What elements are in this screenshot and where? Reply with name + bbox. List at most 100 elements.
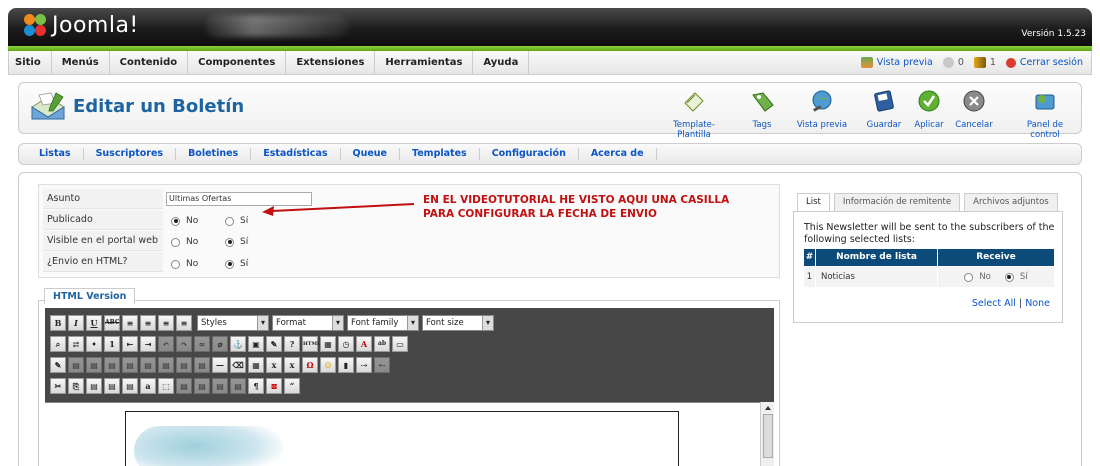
- pagebreak-icon[interactable]: ⊠: [266, 377, 282, 394]
- absolute-position-icon[interactable]: ▤: [122, 356, 138, 373]
- html-si-radio[interactable]: [225, 259, 234, 269]
- bullet-list-icon[interactable]: •: [86, 335, 102, 352]
- publicado-no-option[interactable]: No: [171, 216, 198, 226]
- table-props-icon[interactable]: ▤: [194, 356, 210, 373]
- menu-menus[interactable]: Menús: [52, 51, 110, 74]
- menu-ayuda[interactable]: Ayuda: [473, 51, 530, 74]
- paste-word-icon[interactable]: ▤: [122, 377, 138, 394]
- visible-si-option[interactable]: Sí: [225, 237, 248, 247]
- indent-icon[interactable]: ⇥: [140, 335, 156, 352]
- horizontal-rule-icon[interactable]: —: [212, 356, 228, 373]
- fullscreen-icon[interactable]: ▭: [392, 335, 408, 352]
- tab-attachments[interactable]: Archivos adjuntos: [964, 193, 1058, 211]
- menu-sitio[interactable]: Sitio: [9, 51, 52, 74]
- submenu-suscriptores[interactable]: Suscriptores: [84, 148, 177, 160]
- select-all-link[interactable]: Select All: [972, 298, 1016, 309]
- link-icon[interactable]: ∞: [194, 335, 210, 352]
- replace-icon[interactable]: ⇄: [68, 335, 84, 352]
- help-icon[interactable]: ?: [284, 335, 300, 352]
- submenu-estadisticas[interactable]: Estadísticas: [251, 148, 341, 160]
- menu-componentes[interactable]: Componentes: [188, 51, 287, 74]
- tab-list[interactable]: List: [797, 193, 830, 212]
- save-button[interactable]: Guardar: [865, 89, 903, 130]
- html-no-radio[interactable]: [171, 259, 180, 269]
- redo-icon[interactable]: ↷: [176, 335, 192, 352]
- media-icon[interactable]: ▮: [338, 356, 354, 373]
- menu-herramientas[interactable]: Herramientas: [375, 51, 474, 74]
- html-source-icon[interactable]: HTML: [302, 335, 321, 352]
- copy-icon[interactable]: ⎘: [68, 377, 84, 394]
- users-count[interactable]: 1: [973, 57, 996, 68]
- strikethrough-icon[interactable]: ABC: [104, 314, 120, 331]
- submenu-templates[interactable]: Templates: [400, 148, 480, 160]
- align-center-icon[interactable]: ≡: [140, 314, 156, 331]
- special-char-icon[interactable]: Ω: [302, 356, 318, 373]
- visible-no-option[interactable]: No: [171, 237, 198, 247]
- cleanup-icon[interactable]: ✎: [266, 335, 282, 352]
- show-blocks-icon[interactable]: ¶: [248, 377, 264, 394]
- insert-date-icon[interactable]: ▦: [320, 335, 336, 352]
- submenu-acerca-de[interactable]: Acerca de: [579, 148, 657, 160]
- emoticon-icon[interactable]: ☺: [320, 356, 336, 373]
- submenu-queue[interactable]: Queue: [341, 148, 401, 160]
- scroll-up-icon[interactable]: [764, 406, 771, 410]
- table-icon[interactable]: ▦: [248, 356, 264, 373]
- insert-time-icon[interactable]: ◷: [338, 335, 354, 352]
- scroll-thumb[interactable]: [762, 414, 773, 458]
- publicado-no-radio[interactable]: [171, 216, 180, 226]
- outdent-icon[interactable]: ⇤: [122, 335, 138, 352]
- editor-content-area[interactable]: [45, 402, 774, 466]
- image-icon[interactable]: ▣: [248, 335, 264, 352]
- styles-select[interactable]: Styles: [197, 314, 269, 331]
- move-backward-icon[interactable]: ▤: [104, 356, 120, 373]
- acronym-icon[interactable]: ▤: [212, 377, 228, 394]
- apply-button[interactable]: Aplicar: [909, 89, 949, 130]
- anchor-icon[interactable]: ⚓: [230, 335, 246, 352]
- control-panel-button[interactable]: Panel de control: [1011, 89, 1079, 140]
- cancel-button[interactable]: Cancelar: [953, 89, 995, 130]
- receive-no-radio[interactable]: [964, 272, 974, 282]
- paste-icon[interactable]: ▤: [86, 377, 102, 394]
- preview-link[interactable]: Vista previa: [860, 57, 933, 68]
- unlink-icon[interactable]: ⌀: [212, 335, 228, 352]
- html-si-option[interactable]: Sí: [225, 259, 248, 269]
- editor-scrollbar[interactable]: [760, 402, 774, 466]
- subscript-icon[interactable]: x: [266, 356, 282, 373]
- format-select[interactable]: Format: [272, 314, 344, 331]
- align-justify-icon[interactable]: ≡: [176, 314, 192, 331]
- undo-icon[interactable]: ↶: [158, 335, 174, 352]
- bold-icon[interactable]: B: [50, 314, 66, 331]
- publicado-si-radio[interactable]: [225, 216, 234, 226]
- insert-row-icon[interactable]: ▤: [158, 356, 174, 373]
- underline-icon[interactable]: U: [86, 314, 102, 331]
- cite-icon[interactable]: ▤: [176, 377, 192, 394]
- style-props-icon[interactable]: ▤: [140, 356, 156, 373]
- numbered-list-icon[interactable]: 1: [104, 335, 120, 352]
- edit-css-icon[interactable]: ✎: [50, 356, 66, 373]
- visible-si-radio[interactable]: [225, 237, 234, 247]
- abbr-icon[interactable]: ▤: [194, 377, 210, 394]
- receive-si-radio[interactable]: [1004, 272, 1014, 282]
- select-none-link[interactable]: None: [1025, 298, 1050, 309]
- font-family-select[interactable]: Font family: [347, 314, 419, 331]
- remove-format-icon[interactable]: ⌫: [230, 356, 246, 373]
- submenu-configuracion[interactable]: Configuración: [480, 148, 579, 160]
- messages-count[interactable]: 0: [942, 57, 964, 68]
- paste-text-icon[interactable]: ▤: [104, 377, 120, 394]
- visible-no-radio[interactable]: [171, 237, 180, 247]
- joomla-logo[interactable]: Joomla!: [22, 12, 139, 38]
- find-icon[interactable]: ⌕: [50, 335, 66, 352]
- align-left-icon[interactable]: ≡: [122, 314, 138, 331]
- blockquote-icon[interactable]: “: [284, 377, 300, 394]
- background-color-icon[interactable]: ab: [374, 335, 390, 352]
- rtl-icon[interactable]: ⇠: [374, 356, 390, 373]
- tags-button[interactable]: Tags: [745, 89, 779, 130]
- move-forward-icon[interactable]: ▤: [86, 356, 102, 373]
- ltr-icon[interactable]: ⇢: [356, 356, 372, 373]
- menu-extensiones[interactable]: Extensiones: [286, 51, 376, 74]
- italic-icon[interactable]: I: [68, 314, 84, 331]
- font-size-select[interactable]: Font size: [422, 314, 494, 331]
- preview-button[interactable]: Vista previa: [793, 89, 851, 130]
- logout-link[interactable]: Cerrar sesión: [1005, 57, 1083, 68]
- template-button[interactable]: Template-Plantilla: [659, 89, 729, 140]
